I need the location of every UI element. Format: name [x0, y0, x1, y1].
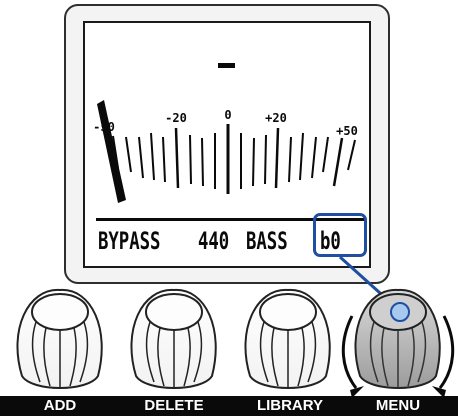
menu-label: MENU [375, 397, 421, 414]
library-knob[interactable] [244, 288, 331, 389]
delete-label: DELETE [144, 397, 204, 414]
tuner-device: -50 -20 0 +20 +50 [0, 0, 458, 416]
menu-knob[interactable] [354, 288, 441, 389]
knobs-layer [16, 255, 455, 398]
add-knob[interactable] [16, 288, 103, 389]
library-label: LIBRARY [256, 397, 324, 414]
press-indicator-dot [390, 302, 410, 322]
delete-knob[interactable] [130, 288, 217, 389]
add-label: ADD [43, 397, 77, 414]
